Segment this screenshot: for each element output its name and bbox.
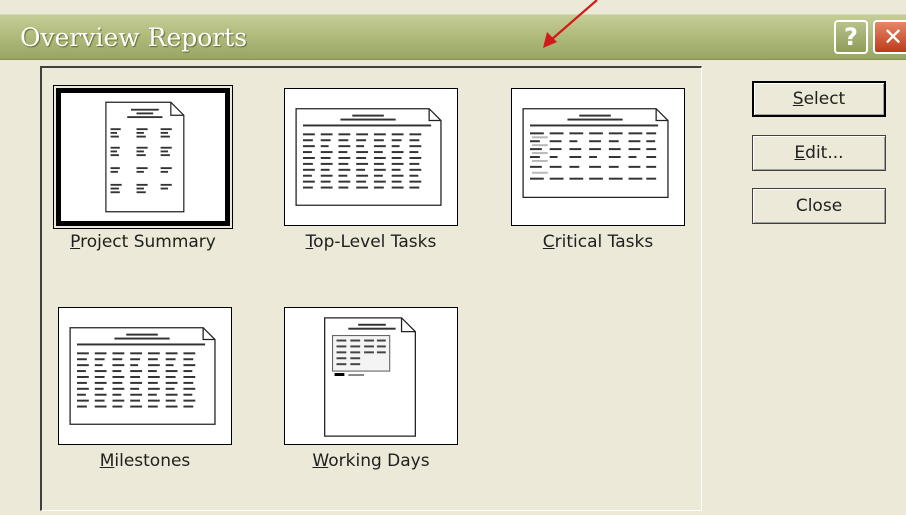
project-summary-report-icon — [53, 85, 233, 229]
report-label-project-summary: Project Summary — [70, 232, 216, 252]
title-bar: Overview Reports ? ✕ — [0, 14, 906, 60]
question-mark-icon: ? — [844, 23, 858, 51]
report-tile-working-days[interactable]: Working Days — [270, 307, 458, 497]
edit-button[interactable]: Edit... — [752, 135, 886, 171]
critical-tasks-report-icon — [511, 88, 685, 226]
report-label-top-level-tasks: Top-Level Tasks — [305, 232, 437, 252]
report-label-critical-tasks: Critical Tasks — [542, 232, 654, 252]
close-icon: ✕ — [882, 23, 904, 51]
report-label-working-days: Working Days — [312, 451, 430, 471]
milestones-report-icon — [58, 307, 232, 445]
report-list: Project Summary Top-Level Tasks Critical… — [40, 66, 702, 511]
window-close-button[interactable]: ✕ — [873, 20, 906, 54]
close-button[interactable]: Close — [752, 188, 886, 224]
report-tile-top-level-tasks[interactable]: Top-Level Tasks — [270, 88, 458, 278]
working-days-report-icon — [284, 307, 458, 445]
red-annotation-arrow-icon — [543, 0, 598, 48]
dialog-title: Overview Reports — [20, 23, 248, 52]
overview-reports-dialog: Overview Reports ? ✕ Project Summary Top… — [0, 0, 906, 515]
select-button[interactable]: Select — [752, 81, 886, 117]
help-button[interactable]: ? — [834, 20, 868, 54]
top-level-tasks-report-icon — [284, 88, 458, 226]
report-tile-critical-tasks[interactable]: Critical Tasks — [497, 88, 685, 278]
report-label-milestones: Milestones — [99, 451, 191, 471]
report-tile-project-summary[interactable]: Project Summary — [42, 85, 233, 278]
report-tile-milestones[interactable]: Milestones — [44, 307, 232, 497]
